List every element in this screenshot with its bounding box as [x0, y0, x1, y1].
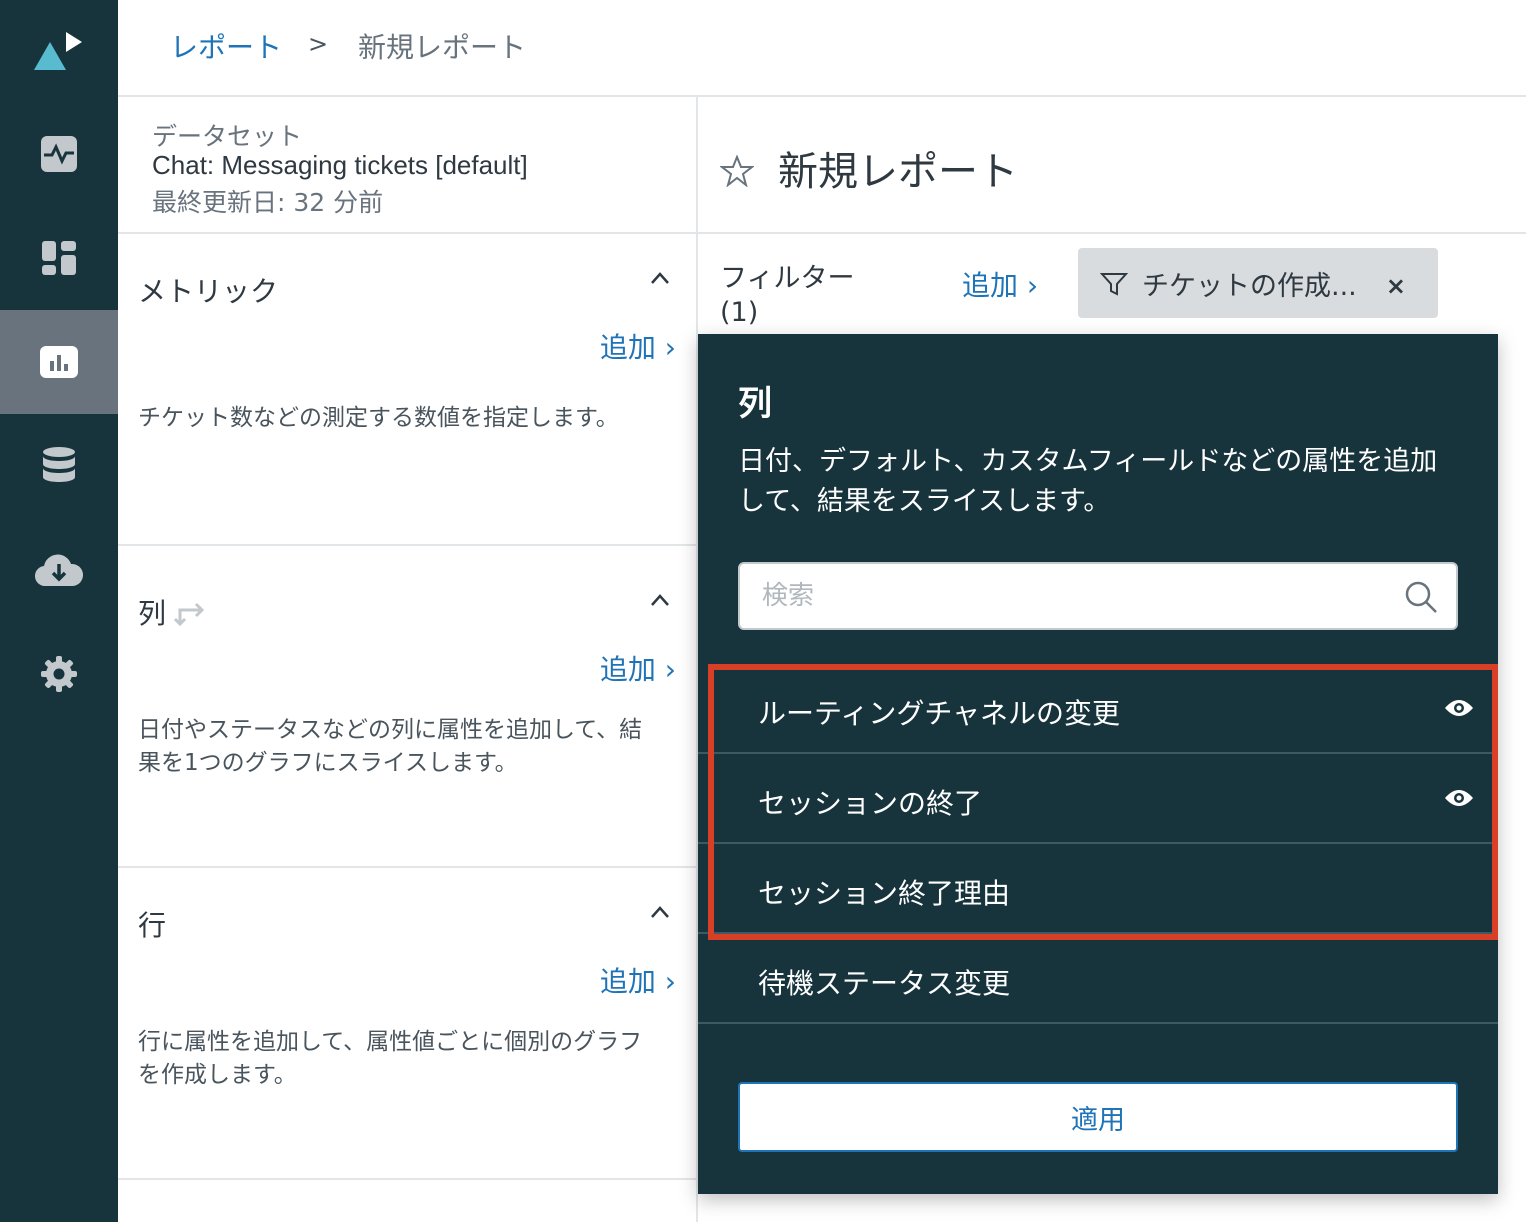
eye-icon[interactable]	[1444, 698, 1474, 722]
dataset-updated: 最終更新日: 32 分前	[152, 188, 384, 217]
nav-item-datasets[interactable]	[0, 414, 118, 518]
metrics-description: チケット数などの測定する数値を指定します。	[138, 405, 619, 431]
nav-rail	[0, 0, 118, 1222]
columns-add-link[interactable]: 追加 ›	[600, 648, 676, 688]
search-icon[interactable]	[1404, 580, 1438, 618]
filter-funnel-icon	[1099, 272, 1129, 300]
breadcrumb-current: 新規レポート	[358, 31, 527, 64]
nav-item-export[interactable]	[0, 518, 118, 622]
list-item-label: セッションの終了	[758, 787, 983, 820]
app-logo-icon[interactable]	[30, 28, 86, 76]
metrics-title: メトリック	[138, 275, 279, 308]
columns-attribute-popover: 列 日付、デフォルト、カスタムフィールドなどの属性を追加して、結果をスライスしま…	[698, 334, 1498, 1194]
rows-add-link[interactable]: 追加 ›	[600, 960, 676, 1000]
close-icon[interactable]: ×	[1386, 272, 1406, 300]
nav-item-reports[interactable]	[0, 310, 118, 414]
filters-add-link[interactable]: 追加 ›	[962, 264, 1038, 304]
popover-description: 日付、デフォルト、カスタムフィールドなどの属性を追加して、結果をスライスします。	[738, 446, 1438, 517]
list-item-label: ルーティングチャネルの変更	[758, 697, 1121, 730]
columns-section: 列 追加 › 日付やステータスなどの列に属性を追加して、結果を1つのグラフにスラ…	[118, 556, 696, 868]
search-input[interactable]	[762, 576, 1362, 616]
filter-chip-label: チケットの作成...	[1142, 271, 1357, 302]
reports-icon	[39, 345, 79, 379]
list-item-label: 待機ステータス変更	[758, 967, 1011, 1000]
list-item[interactable]: セッション終了理由	[698, 844, 1498, 934]
rows-description: 行に属性を追加して、属性値ごとに個別のグラフを作成します。	[138, 1029, 643, 1088]
columns-title: 列	[138, 597, 167, 630]
report-header: 新規レポート	[698, 97, 1526, 234]
chevron-up-icon[interactable]	[650, 904, 670, 923]
attribute-list: ルーティングチャネルの変更 セッションの終了 セッション終了理由 待機ステータス…	[698, 664, 1498, 1024]
list-item[interactable]: ルーティングチャネルの変更	[698, 664, 1498, 754]
columns-description: 日付やステータスなどの列に属性を追加して、結果を1つのグラフにスライスします。	[138, 717, 643, 776]
nav-item-activity[interactable]	[0, 102, 118, 206]
report-config-panel: データセット Chat: Messaging tickets [default]…	[118, 97, 698, 1222]
apply-button[interactable]: 適用	[738, 1082, 1458, 1152]
chevron-up-icon[interactable]	[650, 592, 670, 611]
rows-section: 行 追加 › 行に属性を追加して、属性値ごとに個別のグラフを作成します。	[118, 868, 696, 1180]
dataset-name: Chat: Messaging tickets [default]	[152, 150, 528, 180]
list-item-label: セッション終了理由	[758, 877, 1011, 910]
nav-item-settings[interactable]	[0, 622, 118, 726]
page-title: 新規レポート	[778, 149, 1018, 195]
rows-title: 行	[138, 909, 167, 942]
eye-icon[interactable]	[1444, 788, 1474, 812]
metrics-add-link[interactable]: 追加 ›	[600, 326, 676, 366]
attribute-search	[738, 562, 1458, 630]
popover-title: 列	[738, 384, 772, 424]
gear-icon	[40, 655, 78, 693]
database-icon	[42, 446, 76, 486]
swap-arrows-icon[interactable]	[173, 596, 210, 632]
breadcrumb-separator: >	[308, 30, 329, 58]
filter-chip[interactable]: チケットの作成... ×	[1078, 248, 1438, 318]
dataset-info: データセット Chat: Messaging tickets [default]…	[118, 97, 696, 234]
cloud-download-icon	[34, 552, 84, 588]
filters-label: フィルター (1)	[720, 263, 855, 328]
favorite-star-icon[interactable]	[719, 154, 755, 191]
chevron-up-icon[interactable]	[650, 270, 670, 289]
list-item[interactable]: 待機ステータス変更	[698, 934, 1498, 1024]
breadcrumb-reports-link[interactable]: レポート	[170, 26, 282, 66]
activity-icon	[40, 135, 78, 173]
nav-item-dashboard[interactable]	[0, 206, 118, 310]
breadcrumb: レポート > 新規レポート	[118, 0, 1526, 97]
dataset-label: データセット	[152, 122, 303, 151]
metrics-section: メトリック 追加 › チケット数などの測定する数値を指定します。	[118, 234, 696, 546]
list-item[interactable]: セッションの終了	[698, 754, 1498, 844]
dashboard-icon	[41, 240, 77, 276]
